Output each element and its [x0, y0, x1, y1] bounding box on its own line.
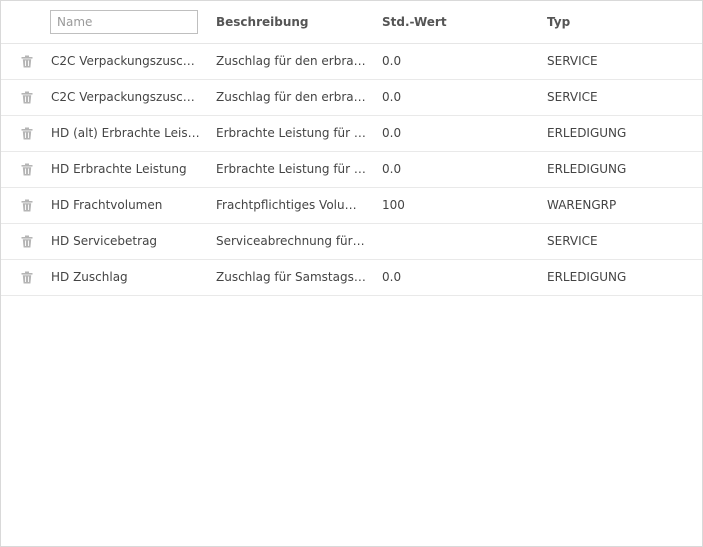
row-default-value: 0.0: [382, 54, 402, 68]
row-default-value: 0.0: [382, 162, 402, 176]
row-description: Zuschlag für den erbrachten: [216, 90, 366, 104]
row-name: HD Erbrachte Leistung: [51, 162, 187, 176]
trash-icon[interactable]: [21, 235, 33, 248]
row-type: ERLEDIGUNG: [547, 126, 627, 140]
row-description: Serviceabrechnung für die: [216, 234, 366, 248]
table-header: Beschreibung Std.-Wert Typ: [1, 1, 702, 44]
row-description: Erbrachte Leistung für die Zustellung: [216, 126, 366, 140]
column-header-default-value[interactable]: Std.-Wert: [382, 15, 447, 29]
column-header-description[interactable]: Beschreibung: [216, 15, 309, 29]
row-description: Frachtpflichtiges Volumen: [216, 198, 366, 212]
row-default-value: 0.0: [382, 126, 402, 140]
row-type: SERVICE: [547, 54, 598, 68]
trash-icon[interactable]: [21, 163, 33, 176]
row-default-value: 0.0: [382, 90, 402, 104]
table-row[interactable]: HD Servicebetrag Serviceabrechnung für d…: [1, 224, 702, 260]
row-default-value: 100: [382, 198, 405, 212]
row-description: Zuschlag für Samstagszustellung: [216, 270, 366, 284]
trash-icon[interactable]: [21, 55, 33, 68]
row-description: Erbrachte Leistung für die Zustellung: [216, 162, 366, 176]
trash-icon[interactable]: [21, 271, 33, 284]
row-type: ERLEDIGUNG: [547, 270, 627, 284]
table-row[interactable]: HD (alt) Erbrachte Leistung Erbrachte Le…: [1, 116, 702, 152]
table-row[interactable]: HD Frachtvolumen Frachtpflichtiges Volum…: [1, 188, 702, 224]
table-row[interactable]: C2C Verpackungszuschlag Zuschlag für den…: [1, 44, 702, 80]
table-row[interactable]: HD Erbrachte Leistung Erbrachte Leistung…: [1, 152, 702, 188]
row-name: HD (alt) Erbrachte Leistung: [51, 126, 201, 140]
column-header-type[interactable]: Typ: [547, 15, 570, 29]
row-default-value: 0.0: [382, 270, 402, 284]
custom-fields-table: Beschreibung Std.-Wert Typ C2C Verpackun…: [0, 0, 703, 547]
row-type: ERLEDIGUNG: [547, 162, 627, 176]
row-name: HD Frachtvolumen: [51, 198, 163, 212]
name-filter-input[interactable]: [50, 10, 198, 34]
row-type: WARENGRP: [547, 198, 617, 212]
row-name: HD Servicebetrag: [51, 234, 158, 248]
table-row[interactable]: C2C Verpackungszuschlag Zuschlag für den…: [1, 80, 702, 116]
row-type: SERVICE: [547, 234, 598, 248]
table-row[interactable]: HD Zuschlag Zuschlag für Samstagszustell…: [1, 260, 702, 296]
row-description: Zuschlag für den erbrachten: [216, 54, 366, 68]
row-name: C2C Verpackungszuschlag: [51, 54, 201, 68]
row-name: C2C Verpackungszuschlag: [51, 90, 201, 104]
row-name: HD Zuschlag: [51, 270, 128, 284]
trash-icon[interactable]: [21, 199, 33, 212]
trash-icon[interactable]: [21, 127, 33, 140]
trash-icon[interactable]: [21, 91, 33, 104]
row-type: SERVICE: [547, 90, 598, 104]
